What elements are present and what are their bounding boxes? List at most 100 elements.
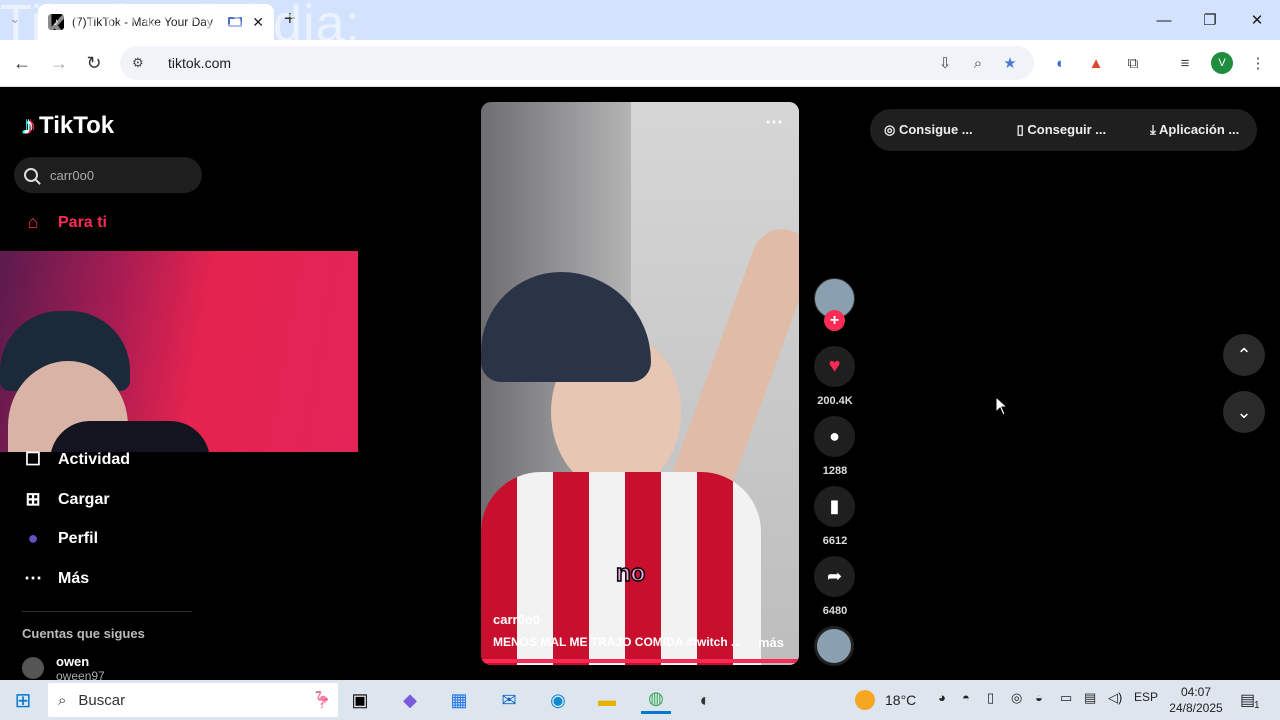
tiktok-logo[interactable]: ♪ TikTok [22, 110, 114, 141]
followed-account-item[interactable]: owen oween97 [22, 654, 105, 683]
steam-icon[interactable]: ◓ [962, 690, 970, 705]
back-button[interactable]: ← [7, 48, 37, 78]
account-name: owen [56, 654, 90, 669]
bookmark-star-icon[interactable]: ★ [997, 50, 1023, 76]
get-coins-button[interactable]: ◎ Consigue ... [884, 122, 995, 138]
inbox-icon: ☐ [24, 449, 42, 469]
next-video-button[interactable]: ⌄ [1223, 391, 1265, 433]
follow-plus-icon[interactable]: + [824, 310, 845, 331]
extension-flame-icon[interactable]: ▲ [1083, 50, 1109, 76]
get-coins-label: Consigue ... [898, 122, 973, 137]
site-info-icon[interactable]: ⚙ [132, 55, 150, 71]
mouse-cursor-icon [995, 396, 1009, 416]
close-window-button[interactable]: ✕ [1234, 6, 1280, 34]
tab-title: (7)TikTok - Make Your Day [72, 15, 213, 29]
outlook-icon[interactable]: ✉ [494, 686, 524, 714]
restore-button[interactable]: ❐ [1187, 6, 1233, 34]
clock-time: 04:07 [1180, 685, 1212, 699]
weather-widget[interactable]: 18°C [855, 690, 916, 710]
home-icon: ⌂ [27, 212, 39, 232]
sidebar-item-perfil[interactable]: ● Perfil [22, 528, 98, 549]
sidebar-item-mas[interactable]: ⋯ Más [22, 568, 89, 589]
sidebar-divider [22, 611, 192, 612]
close-tab-icon[interactable]: ✕ [252, 14, 264, 31]
video-username[interactable]: carr0o0 [493, 612, 540, 627]
video-more-link[interactable]: más [758, 635, 784, 650]
video-player[interactable]: ⋯ no carr0o0 MENOS MAL ME TRAJO COMIDA #… [481, 102, 799, 665]
zoom-icon[interactable]: ⌕ [965, 50, 991, 76]
minimize-button[interactable]: — [1141, 6, 1187, 34]
upload-icon: ⊞ [25, 489, 41, 509]
microphone-icon[interactable]: ▯ [987, 690, 994, 706]
video-progress-bar[interactable] [481, 659, 799, 663]
get-app-label: Conseguir ... [1027, 122, 1107, 137]
volume-icon[interactable]: ◁) [1108, 690, 1122, 706]
network-icon[interactable]: ▤ [1084, 690, 1096, 706]
reload-button[interactable]: ↻ [79, 48, 109, 78]
store-icon[interactable]: ▦ [444, 686, 474, 714]
flamingo-decoration-icon: 🦩 [312, 692, 332, 709]
clock-date: 24/8/2025 [1169, 701, 1223, 715]
weather-temp: 18°C [885, 692, 917, 708]
chrome-icon[interactable]: ◍ [641, 686, 671, 714]
video-more-icon[interactable]: ⋯ [765, 112, 783, 133]
download-app-button[interactable]: ⤓ Aplicación ... [1150, 122, 1261, 138]
taskbar-clock[interactable]: 04:07 24/8/2025 [1168, 684, 1224, 716]
top-actions-bar: ◎ Consigue ... ▯ Conseguir ... ⤓ Aplicac… [870, 109, 1257, 151]
share-button[interactable]: ➦ [814, 556, 855, 597]
forward-button[interactable]: → [44, 48, 74, 78]
sun-icon [855, 690, 875, 710]
task-view-icon[interactable]: ▣ [345, 686, 375, 714]
get-app-button[interactable]: ▯ Conseguir ... [1017, 122, 1129, 138]
security-icon[interactable]: ◎ [1011, 690, 1022, 706]
sidebar-item-para-ti[interactable]: ⌂ Para ti [22, 212, 107, 233]
previous-video-button[interactable]: ⌃ [1223, 334, 1265, 376]
taskbar-search-input[interactable]: ⌕ Buscar 🦩 [48, 683, 338, 717]
sidebar-item-actividad[interactable]: ☐ Actividad [22, 449, 130, 470]
comment-button[interactable]: ● [814, 416, 855, 457]
file-explorer-icon[interactable]: ▬ [592, 686, 622, 714]
more-icon: ⋯ [24, 568, 42, 588]
sidebar-item-label: Para ti [58, 213, 107, 231]
tiktok-favicon-icon: ♪ [48, 14, 64, 30]
tab-search-icon[interactable]: ⌄ [10, 12, 20, 26]
profile-avatar[interactable]: V [1211, 52, 1233, 74]
sidebar-item-label: Más [58, 569, 90, 587]
notifications-icon[interactable]: ▤ [1240, 690, 1255, 710]
extension-audio-icon[interactable]: ◖ [1046, 50, 1072, 76]
comment-count: 1288 [822, 465, 848, 477]
like-button[interactable]: ♥ [814, 346, 855, 387]
copilot-icon[interactable]: ◆ [395, 686, 425, 714]
media-control-icon[interactable]: ≡ [1172, 50, 1198, 76]
menu-kebab-icon[interactable]: ⋮ [1245, 50, 1271, 76]
notification-count: 1 [1254, 700, 1260, 711]
sidebar-item-label: Cargar [58, 490, 110, 508]
bookmark-count: 6612 [822, 535, 848, 547]
media-playing-icon[interactable] [228, 17, 243, 27]
new-tab-button[interactable]: + [284, 8, 296, 31]
url-text: tiktok.com [168, 55, 232, 71]
search-icon: ⌕ [58, 691, 67, 709]
language-indicator[interactable]: ESP [1134, 690, 1158, 704]
bookmark-button[interactable]: ▮ [814, 486, 855, 527]
like-count: 200.4K [817, 395, 853, 407]
extensions-puzzle-icon[interactable]: ⧉ [1120, 50, 1146, 76]
install-app-icon[interactable]: ⇩ [932, 50, 958, 76]
obs-icon[interactable]: ◐ [690, 686, 720, 714]
sidebar-item-label: Perfil [58, 529, 99, 547]
battery-icon[interactable]: ▭ [1060, 690, 1072, 706]
search-icon [24, 168, 38, 182]
avatar [22, 657, 44, 679]
address-bar[interactable]: ⚙ tiktok.com [120, 46, 1034, 80]
sidebar-item-cargar[interactable]: ⊞ Cargar [22, 489, 110, 510]
search-input[interactable]: carr0o0 [14, 157, 202, 193]
browser-tab[interactable]: ♪ (7)TikTok - Make Your Day ✕ [38, 4, 274, 40]
windows-start-icon[interactable]: ⊞ [12, 689, 34, 712]
tiktok-note-icon: ♪ [22, 110, 35, 140]
edge-icon[interactable]: ◉ [543, 686, 573, 714]
discord-icon[interactable]: ◕ [938, 690, 946, 705]
music-disc[interactable] [814, 626, 854, 666]
app-tray-icon[interactable]: ◒ [1035, 690, 1043, 705]
video-cap [481, 272, 651, 382]
profile-icon: ● [27, 528, 39, 548]
